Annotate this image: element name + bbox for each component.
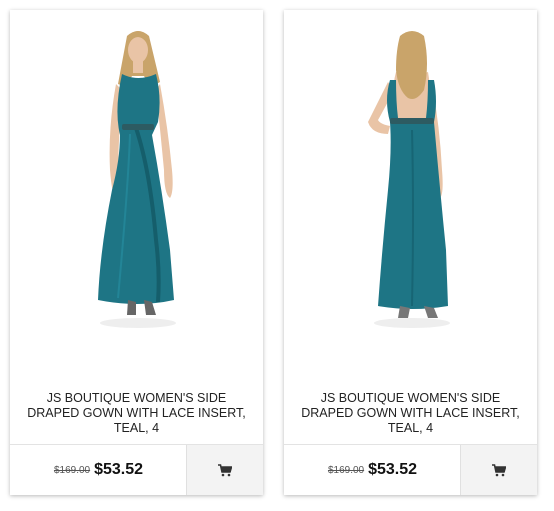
product-card[interactable]: JS BOUTIQUE WOMEN'S SIDE DRAPED GOWN WIT… <box>284 10 537 495</box>
product-title[interactable]: JS BOUTIQUE WOMEN'S SIDE DRAPED GOWN WIT… <box>296 391 525 436</box>
product-image[interactable] <box>284 10 537 340</box>
add-to-cart-button[interactable] <box>460 445 537 495</box>
product-image[interactable] <box>10 10 263 340</box>
sale-price: $53.52 <box>94 461 144 478</box>
add-to-cart-button[interactable] <box>186 445 263 495</box>
product-card[interactable]: JS BOUTIQUE WOMEN'S SIDE DRAPED GOWN WIT… <box>10 10 263 495</box>
product-title[interactable]: JS BOUTIQUE WOMEN'S SIDE DRAPED GOWN WIT… <box>22 391 251 436</box>
original-price: $169.00 <box>53 464 91 476</box>
product-footer: $169.00 $53.52 <box>284 444 537 495</box>
original-price: $169.00 <box>327 464 365 476</box>
product-footer: $169.00 $53.52 <box>10 444 263 495</box>
price-area: $169.00 $53.52 <box>284 445 461 495</box>
shopping-cart-icon <box>218 463 232 476</box>
shopping-cart-icon <box>492 463 506 476</box>
sale-price: $53.52 <box>368 461 418 478</box>
price-area: $169.00 $53.52 <box>10 445 187 495</box>
